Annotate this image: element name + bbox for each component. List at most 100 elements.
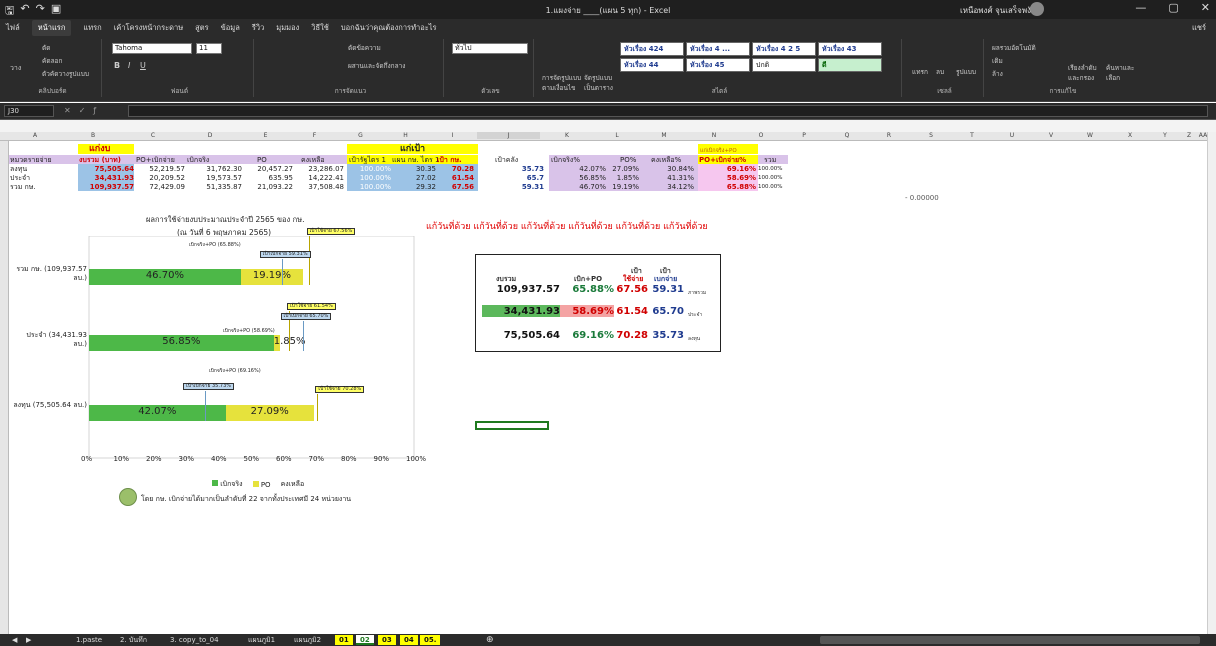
merge-center-button[interactable]: ผสานและจัดกึ่งกลาง [348, 61, 405, 71]
tab-nav-next[interactable]: ▶ [22, 635, 35, 645]
tab-formulas[interactable]: สูตร [195, 22, 208, 34]
column-header-n[interactable]: N [688, 132, 740, 139]
add-sheet-button[interactable]: ⊕ [482, 635, 498, 645]
fill-button[interactable]: เติม [992, 56, 1003, 66]
clear-button[interactable]: ล้าง [992, 69, 1003, 79]
font-name-select[interactable]: Tahoma [112, 43, 192, 54]
table-cell-t3[interactable]: 61.54 [436, 174, 474, 182]
table-cell-t2[interactable]: 30.35 [391, 165, 436, 173]
font-size-select[interactable]: 11 [196, 43, 222, 54]
column-header-i[interactable]: I [428, 132, 477, 139]
table-cell-p4[interactable]: 65.88% [698, 183, 756, 191]
vertical-scrollbar[interactable] [1207, 132, 1216, 634]
copy-button[interactable]: คัดลอก [42, 56, 62, 66]
table-cell-name[interactable]: รวม กษ. [10, 183, 76, 191]
find-select-button[interactable]: ค้นหาและเลือก [1106, 63, 1138, 83]
cell-style-good[interactable]: ดี [818, 58, 882, 72]
sheet-tab[interactable]: 2. บันทึก [116, 635, 151, 645]
sheet-tab[interactable]: แผนภูมิ2 [290, 635, 325, 645]
delete-cells-button[interactable]: ลบ [936, 67, 944, 77]
format-cells-button[interactable]: รูปแบบ [956, 67, 976, 77]
share-button[interactable]: แชร์ [1192, 22, 1206, 34]
table-cell-budget[interactable]: 75,505.64 [78, 165, 134, 173]
close-button[interactable]: ✕ [1201, 1, 1210, 14]
table-cell-t1[interactable]: 100.00% [347, 174, 391, 182]
table-cell-po[interactable]: 21,093.22 [242, 183, 293, 191]
table-cell-p4[interactable]: 58.69% [698, 174, 756, 182]
column-header-b[interactable]: B [60, 132, 126, 139]
tab-nav-prev[interactable]: ◀ [8, 635, 21, 645]
horizontal-scrollbar[interactable] [820, 636, 1200, 644]
table-cell-remain[interactable]: 37,508.48 [293, 183, 344, 191]
italic-button[interactable]: I [128, 61, 130, 70]
column-header-w[interactable]: W [1070, 132, 1110, 139]
table-cell-t2[interactable]: 27.02 [391, 174, 436, 182]
table-cell-po[interactable]: 20,457.27 [242, 165, 293, 173]
table-cell-budget[interactable]: 34,431.93 [78, 174, 134, 182]
worksheet-grid[interactable]: แก่งบ แก่เป้า แก่เบิกจริง+PO หมวดรายจ่าย… [9, 141, 1207, 634]
column-header-d[interactable]: D [180, 132, 240, 139]
name-box[interactable]: J30 [4, 105, 54, 117]
column-header-l[interactable]: L [594, 132, 640, 139]
table-cell-p3[interactable]: 30.84% [639, 165, 694, 173]
tab-file[interactable]: ไฟล์ [6, 22, 20, 34]
maximize-button[interactable]: ▢ [1168, 1, 1178, 14]
column-header-o[interactable]: O [740, 132, 782, 139]
table-cell-p3[interactable]: 41.31% [639, 174, 694, 182]
table-cell-t4[interactable]: 59.31 [478, 183, 544, 191]
column-header-x[interactable]: X [1110, 132, 1150, 139]
formula-input[interactable] [128, 105, 1208, 117]
insert-cells-button[interactable]: แทรก [912, 67, 928, 77]
sheet-tab[interactable]: 02 [356, 635, 374, 645]
table-cell-po_paid[interactable]: 72,429.09 [134, 183, 185, 191]
tab-home[interactable]: หน้าแรก [31, 19, 72, 36]
table-cell-name[interactable]: ประจำ [10, 174, 76, 182]
table-cell-p2[interactable]: 1.85% [606, 174, 639, 182]
column-header-e[interactable]: E [240, 132, 291, 139]
table-cell-p3[interactable]: 34.12% [639, 183, 694, 191]
table-cell-p1[interactable]: 42.07% [549, 165, 606, 173]
table-cell-remain[interactable]: 23,286.07 [293, 165, 344, 173]
column-header-r[interactable]: R [868, 132, 910, 139]
tell-me-search[interactable]: บอกฉันว่าคุณต้องการทำอะไร [341, 22, 437, 34]
tab-help[interactable]: วิธีใช้ [311, 22, 329, 34]
column-header-a[interactable]: A [10, 132, 60, 139]
cell-style-3[interactable]: หัวเรื่อง 4 2 5 [752, 42, 816, 56]
table-cell-p4[interactable]: 69.16% [698, 165, 756, 173]
table-cell-po_paid[interactable]: 20,209.52 [134, 174, 185, 182]
table-cell-p1[interactable]: 46.70% [549, 183, 606, 191]
bold-button[interactable]: B [114, 61, 120, 70]
fx-icon[interactable]: ✕✓ƒ [64, 106, 104, 115]
tab-view[interactable]: มุมมอง [276, 22, 299, 34]
table-cell-t3[interactable]: 67.56 [436, 183, 474, 191]
sheet-tab[interactable]: 03 [378, 635, 396, 645]
wrap-text-button[interactable]: ตัดข้อความ [348, 43, 381, 53]
table-cell-remain[interactable]: 14,222.41 [293, 174, 344, 182]
column-header-k[interactable]: K [540, 132, 594, 139]
column-header-h[interactable]: H [383, 132, 428, 139]
column-header-q[interactable]: Q [826, 132, 868, 139]
table-cell-p2[interactable]: 19.19% [606, 183, 639, 191]
avatar[interactable] [1030, 2, 1044, 16]
table-cell-tot[interactable]: 100.00% [758, 174, 788, 182]
column-header-g[interactable]: G [338, 132, 383, 139]
cut-button[interactable]: ตัด [42, 43, 50, 53]
autosum-button[interactable]: ผลรวมอัตโนมัติ [992, 43, 1036, 53]
column-header-z[interactable]: Z [1180, 132, 1198, 139]
column-header-y[interactable]: Y [1150, 132, 1180, 139]
cell-style-6[interactable]: หัวเรื่อง 45 [686, 58, 750, 72]
user-name[interactable]: เหนือพงศ์ จุนเสร็จพงันธ์ [960, 4, 1041, 17]
column-header-p[interactable]: P [782, 132, 826, 139]
table-cell-tot[interactable]: 100.00% [758, 165, 788, 173]
sheet-tab[interactable]: 01 [335, 635, 353, 645]
table-cell-paid[interactable]: 51,335.87 [185, 183, 242, 191]
column-header-s[interactable]: S [910, 132, 952, 139]
format-painter-button[interactable]: ตัวคัดวางรูปแบบ [42, 69, 89, 79]
sort-filter-button[interactable]: เรียงลำดับและกรอง [1068, 63, 1104, 83]
tab-insert[interactable]: แทรก [83, 22, 101, 34]
cell-style-normal[interactable]: ปกติ [752, 58, 816, 72]
cell-style-5[interactable]: หัวเรื่อง 44 [620, 58, 684, 72]
column-header-j[interactable]: J [477, 132, 540, 139]
table-cell-t4[interactable]: 65.7 [478, 174, 544, 182]
cell-style-1[interactable]: หัวเรื่อง 424 [620, 42, 684, 56]
